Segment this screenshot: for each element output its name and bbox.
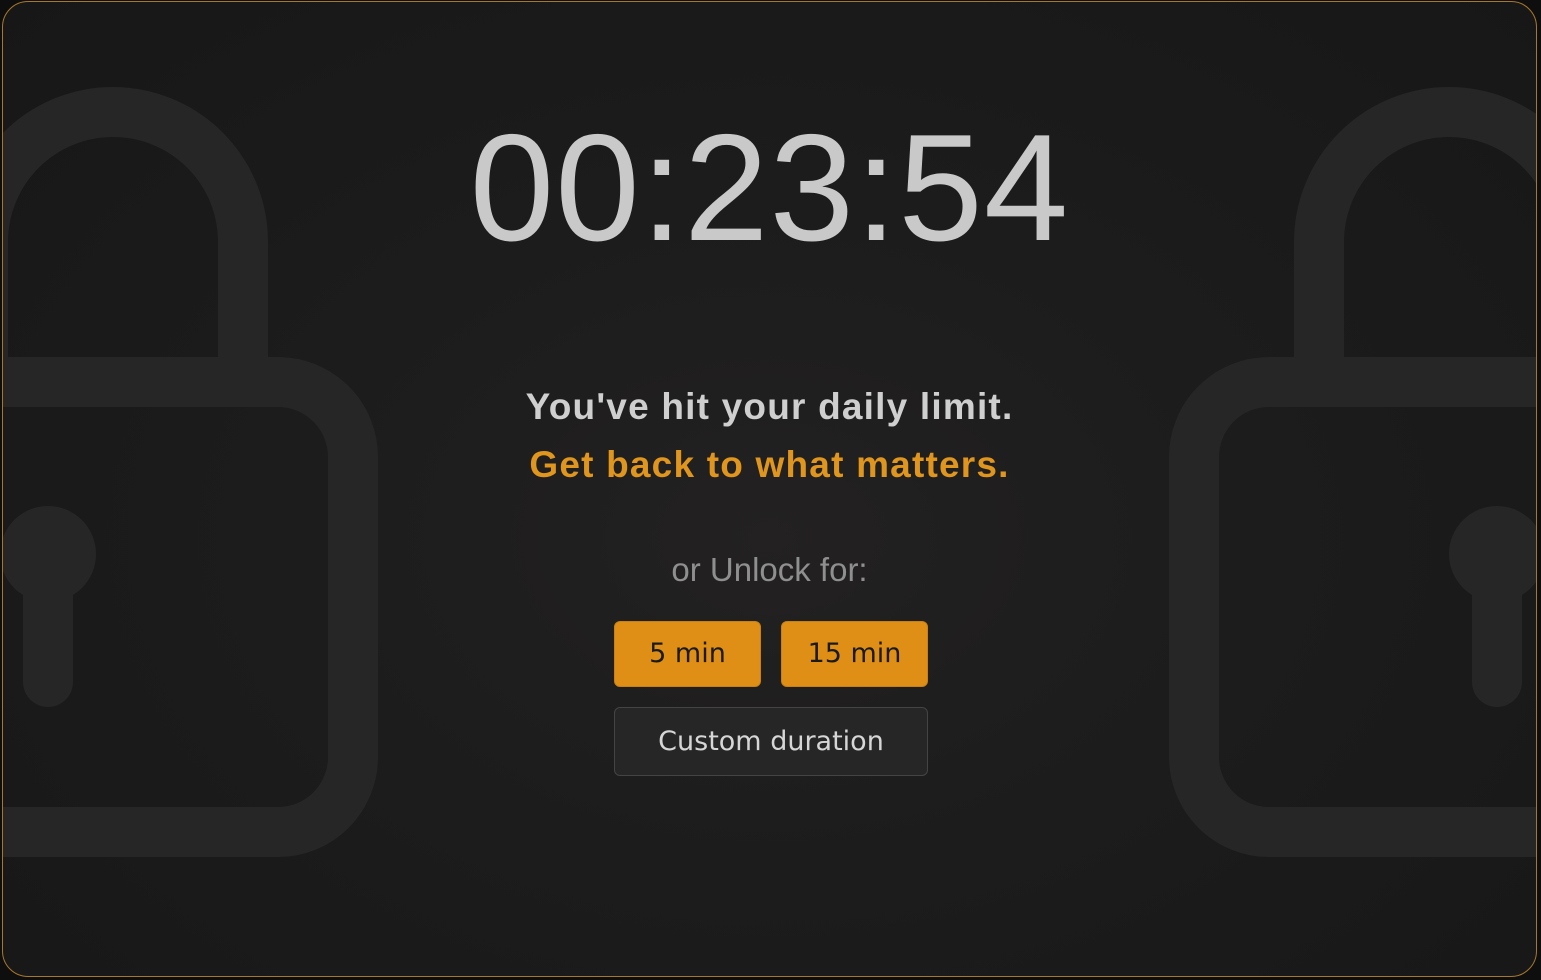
unlock-15-min-button[interactable]: 15 min	[781, 621, 928, 687]
custom-duration-button[interactable]: Custom duration	[614, 707, 928, 776]
motivation-message: Get back to what matters.	[529, 444, 1010, 485]
limit-message: You've hit your daily limit.	[525, 386, 1014, 427]
unlock-5-min-button[interactable]: 5 min	[614, 621, 761, 687]
block-screen: 00:23:54 You've hit your daily limit. Ge…	[2, 1, 1537, 977]
countdown-timer: 00:23:54	[469, 103, 1070, 273]
unlock-label: or Unlock for:	[671, 551, 868, 588]
